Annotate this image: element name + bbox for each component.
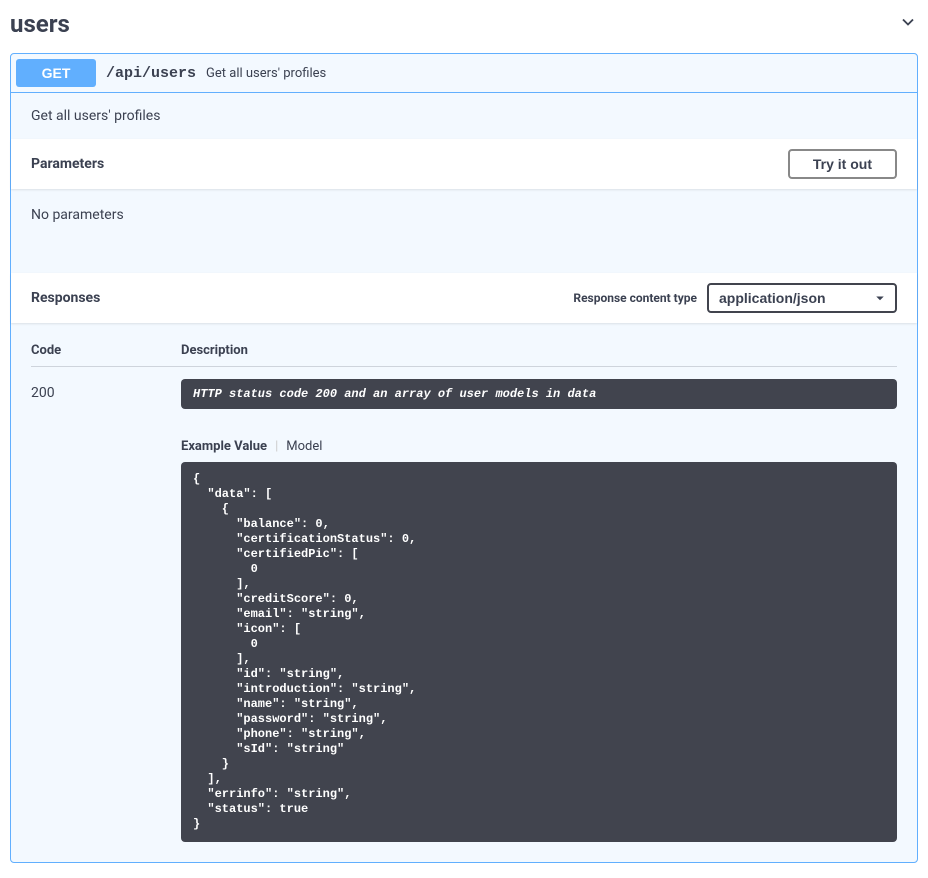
chevron-down-icon <box>898 12 918 36</box>
example-value-code[interactable]: { "data": [ { "balance": 0, "certificati… <box>181 462 897 842</box>
tab-separator: | <box>275 439 278 454</box>
operation-body: Get all users' profiles Parameters Try i… <box>11 93 917 862</box>
column-code: Code <box>31 343 181 358</box>
content-type-wrapper: Response content type application/json <box>573 283 897 313</box>
tag-section-header[interactable]: users <box>10 0 918 53</box>
tab-model[interactable]: Model <box>286 439 322 454</box>
no-parameters-text: No parameters <box>11 189 917 273</box>
response-row: 200 HTTP status code 200 and an array of… <box>31 379 897 842</box>
tag-name: users <box>10 10 70 38</box>
response-code: 200 <box>31 379 181 842</box>
operation-block: GET /api/users Get all users' profiles G… <box>10 53 918 863</box>
tab-example-value[interactable]: Example Value <box>181 439 267 454</box>
content-type-select[interactable]: application/json <box>707 283 897 313</box>
content-type-label: Response content type <box>573 291 697 305</box>
response-description-text: HTTP status code 200 and an array of use… <box>181 379 897 409</box>
operation-summary[interactable]: GET /api/users Get all users' profiles <box>11 54 917 93</box>
operation-summary-text: Get all users' profiles <box>206 66 326 81</box>
operation-path: /api/users <box>96 65 206 82</box>
parameters-heading: Parameters <box>31 156 104 172</box>
try-it-out-button[interactable]: Try it out <box>788 149 897 179</box>
model-tabs: Example Value | Model <box>181 439 897 454</box>
operation-description: Get all users' profiles <box>11 93 917 139</box>
responses-table-header: Code Description <box>31 343 897 367</box>
response-description-cell: HTTP status code 200 and an array of use… <box>181 379 897 842</box>
column-description: Description <box>181 343 897 358</box>
http-method-badge: GET <box>16 59 96 87</box>
responses-table: Code Description 200 HTTP status code 20… <box>11 323 917 862</box>
parameters-header: Parameters Try it out <box>11 139 917 189</box>
responses-header: Responses Response content type applicat… <box>11 273 917 323</box>
responses-heading: Responses <box>31 290 100 306</box>
